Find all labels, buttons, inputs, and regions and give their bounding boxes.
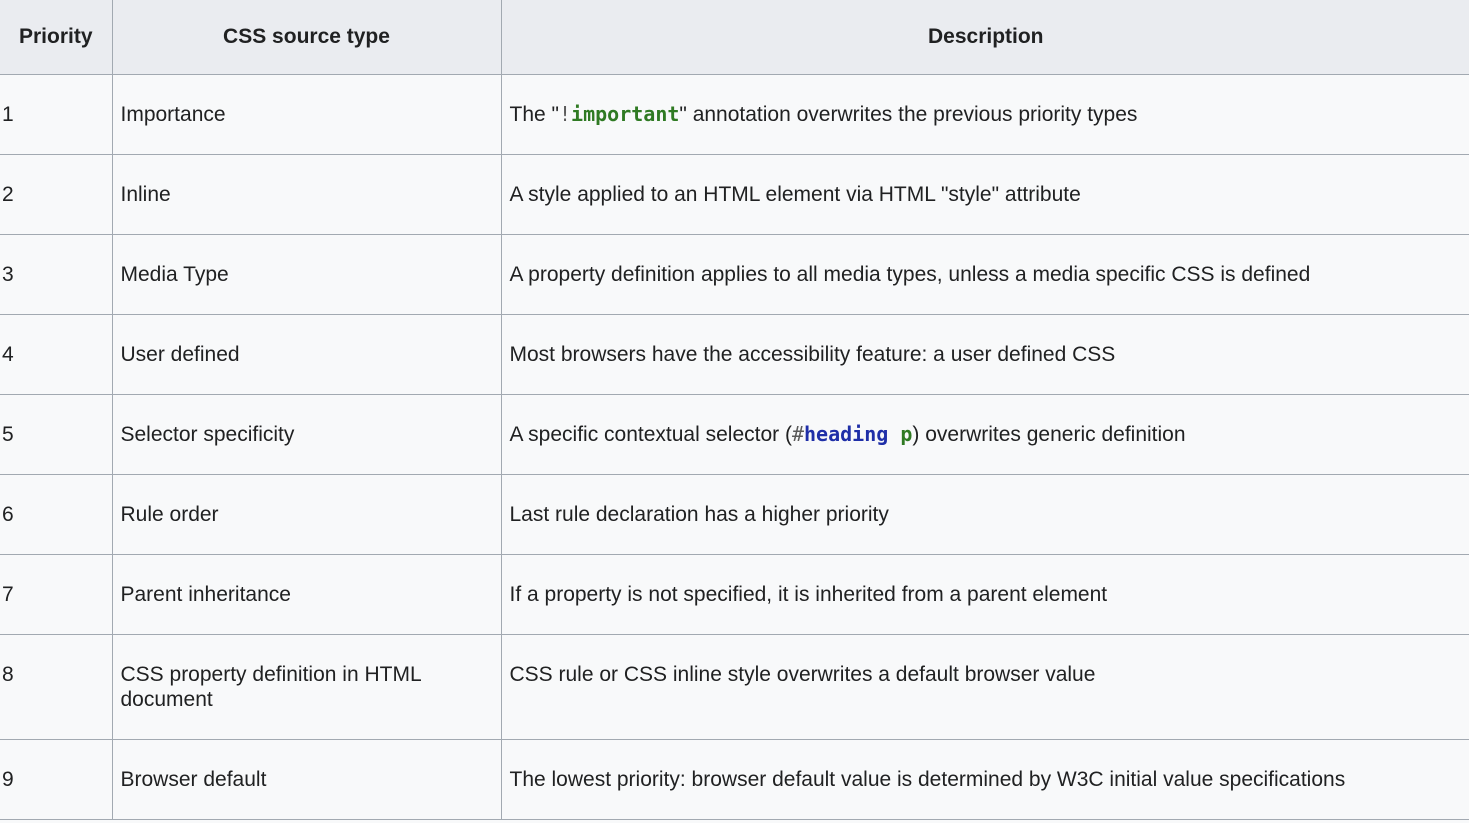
table-row: 4 User defined Most browsers have the ac… [0, 313, 1469, 395]
description-text: " annotation overwrites the previous pri… [679, 102, 1138, 126]
cell-source-type: Rule order [111, 473, 502, 555]
description-text: ) overwrites generic definition [912, 422, 1186, 446]
table-row: 7 Parent inheritance If a property is no… [0, 553, 1469, 635]
code-important-keyword: important [571, 101, 680, 126]
table-header-row: Priority CSS source type Description [0, 0, 1469, 75]
table-row: 9 Browser default The lowest priority: b… [0, 738, 1469, 820]
code-hash: # [791, 421, 805, 446]
cell-description: The "!important" annotation overwrites t… [500, 73, 1469, 155]
table-row: 3 Media Type A property definition appli… [0, 233, 1469, 315]
cell-description: CSS rule or CSS inline style overwrites … [500, 633, 1469, 740]
cell-source-type: Selector specificity [111, 393, 502, 475]
cell-source-type: CSS property definition in HTML document [111, 633, 502, 740]
cell-source-type: Parent inheritance [111, 553, 502, 635]
cell-priority: 8 [0, 633, 113, 740]
code-heading-id: heading [804, 421, 889, 446]
cell-description: Most browsers have the accessibility fea… [500, 313, 1469, 395]
cell-description: The lowest priority: browser default val… [500, 738, 1469, 820]
cell-source-type: Inline [111, 153, 502, 235]
code-bang: ! [558, 101, 572, 126]
cell-description: A property definition applies to all med… [500, 233, 1469, 315]
cell-description: If a property is not specified, it is in… [500, 553, 1469, 635]
cell-source-type: Media Type [111, 233, 502, 315]
cell-source-type: User defined [111, 313, 502, 395]
css-priority-table-container: Priority CSS source type Description 1 I… [0, 0, 1469, 823]
table-row: 8 CSS property definition in HTML docume… [0, 633, 1469, 740]
cell-priority: 6 [0, 473, 113, 555]
cell-description: A specific contextual selector (#heading… [500, 393, 1469, 475]
cell-priority: 5 [0, 393, 113, 475]
cell-source-type: Browser default [111, 738, 502, 820]
code-p-element: p [900, 421, 913, 446]
table-row: 2 Inline A style applied to an HTML elem… [0, 153, 1469, 235]
header-priority[interactable]: Priority [0, 0, 113, 75]
description-text: The " [509, 102, 559, 126]
table-row: 6 Rule order Last rule declaration has a… [0, 473, 1469, 555]
table-row: 1 Importance The "!important" annotation… [0, 73, 1469, 155]
cell-priority: 7 [0, 553, 113, 635]
cell-priority: 2 [0, 153, 113, 235]
table-row: 5 Selector specificity A specific contex… [0, 393, 1469, 475]
cell-description: Last rule declaration has a higher prior… [500, 473, 1469, 555]
cell-source-type: Importance [111, 73, 502, 155]
cell-priority: 9 [0, 738, 113, 820]
header-description[interactable]: Description [500, 0, 1469, 75]
description-text: A specific contextual selector ( [509, 422, 792, 446]
cell-priority: 1 [0, 73, 113, 155]
cell-priority: 4 [0, 313, 113, 395]
cell-description: A style applied to an HTML element via H… [500, 153, 1469, 235]
cell-priority: 3 [0, 233, 113, 315]
header-source-type[interactable]: CSS source type [111, 0, 502, 75]
css-priority-table: Priority CSS source type Description 1 I… [0, 0, 1469, 820]
